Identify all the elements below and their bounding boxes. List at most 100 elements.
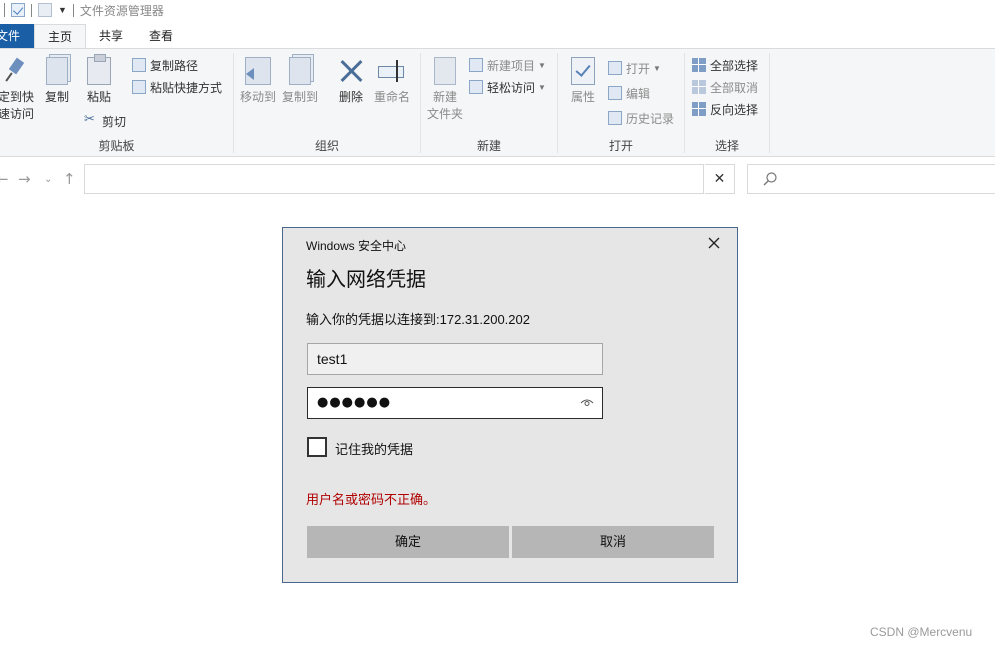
rename-icon [378, 57, 406, 85]
new-item-button[interactable]: 新建项目 ▼ [469, 56, 546, 74]
delete-icon [337, 57, 365, 85]
password-field[interactable]: ●●●●●● [307, 387, 603, 419]
scissors-icon [84, 112, 98, 128]
close-icon[interactable] [706, 235, 722, 251]
easy-access-button[interactable]: 轻松访问 ▼ [469, 78, 546, 96]
copy-to-label: 复制到 [281, 90, 318, 104]
copy-to-button[interactable]: 复制到 [280, 57, 320, 106]
pin-label-line2: 速访问 [0, 107, 34, 121]
clipboard-group-label: 剪贴板 [98, 139, 135, 153]
title-bar: ▼ 文件资源管理器 [0, 0, 995, 20]
new-folder-icon [434, 57, 456, 85]
select-group: 全部选择 全部取消 反向选择 选择 [685, 49, 769, 157]
forward-arrow-icon[interactable]: → [18, 170, 31, 188]
select-none-label: 全部取消 [710, 80, 759, 95]
close-icon[interactable]: ✕ [705, 164, 735, 194]
address-bar[interactable] [84, 164, 779, 194]
new-item-icon [469, 58, 483, 72]
window-title: 文件资源管理器 [79, 3, 164, 18]
paste-shortcut-button[interactable]: 粘贴快捷方式 [132, 78, 222, 96]
delete-button[interactable]: 删除 [334, 57, 368, 106]
delete-label: 删除 [338, 90, 363, 104]
copy-label: 复制 [44, 90, 69, 104]
new-group: 新建 文件夹 新建项目 ▼ 轻松访问 ▼ 新建 [421, 49, 557, 157]
password-mask: ●●●●●● [317, 395, 392, 410]
select-none-button[interactable]: 全部取消 [692, 78, 758, 96]
watermark: CSDN @Mercvenu [870, 625, 973, 639]
recent-locations-chevron-icon[interactable]: ⌄ [44, 174, 52, 185]
paste-icon [87, 54, 111, 85]
edit-icon [608, 86, 622, 100]
tab-file[interactable]: 文件 [0, 24, 34, 48]
move-to-label: 移动到 [239, 90, 276, 104]
select-all-icon [692, 58, 706, 72]
new-group-label: 新建 [476, 139, 501, 153]
paste-label: 粘贴 [86, 90, 111, 104]
separator [72, 3, 74, 17]
cancel-button[interactable]: 取消 [512, 526, 714, 558]
separator [31, 3, 32, 17]
ribbon-tabs: 文件 主页 共享 查看 [0, 24, 186, 49]
properties-button[interactable]: 属性 [566, 57, 600, 106]
tab-share[interactable]: 共享 [86, 24, 136, 48]
paste-button[interactable]: 粘贴 [82, 54, 116, 106]
back-arrow-icon[interactable]: ← [0, 170, 9, 188]
open-icon [608, 61, 622, 75]
copy-icon [46, 57, 68, 85]
error-message: 用户名或密码不正确。 [306, 492, 437, 507]
search-icon [763, 172, 777, 186]
select-all-button[interactable]: 全部选择 [692, 56, 758, 74]
clipboard-group: 定到快 速访问 复制 粘贴 复制路径 粘贴快捷方式 剪切 剪贴板 [0, 49, 233, 157]
history-button[interactable]: 历史记录 [608, 109, 674, 127]
properties-quick-icon[interactable] [11, 3, 25, 17]
invert-selection-button[interactable]: 反向选择 [692, 100, 758, 118]
edit-label: 编辑 [626, 86, 651, 101]
pin-quick-access-button[interactable]: 定到快 速访问 [0, 57, 36, 123]
cut-button[interactable]: 剪切 [84, 112, 126, 130]
easy-access-icon [469, 80, 483, 94]
username-field[interactable]: test1 [307, 343, 603, 375]
chevron-down-icon: ▼ [538, 82, 546, 92]
rename-button[interactable]: 重命名 [372, 57, 412, 106]
separator [4, 3, 5, 17]
quick-access-toolbar: ▼ [0, 0, 74, 20]
invert-selection-icon [692, 102, 706, 116]
open-button[interactable]: 打开 ▼ [608, 59, 661, 77]
invert-selection-label: 反向选择 [710, 102, 759, 117]
edit-button[interactable]: 编辑 [608, 84, 650, 102]
select-none-icon [692, 80, 706, 94]
open-group-label: 打开 [608, 139, 633, 153]
dialog-message: 输入你的凭据以连接到:172.31.200.202 [306, 312, 530, 327]
paste-shortcut-label: 粘贴快捷方式 [150, 80, 223, 95]
ribbon: 定到快 速访问 复制 粘贴 复制路径 粘贴快捷方式 剪切 剪贴板 移动到 [0, 49, 995, 157]
search-input[interactable] [747, 164, 995, 194]
open-label: 打开 [626, 61, 651, 76]
easy-access-label: 轻松访问 [487, 80, 536, 95]
move-to-button[interactable]: 移动到 [238, 57, 278, 106]
credentials-dialog: Windows 安全中心 输入网络凭据 输入你的凭据以连接到:172.31.20… [282, 227, 738, 583]
history-label: 历史记录 [626, 111, 675, 126]
up-arrow-icon[interactable]: ↑ [63, 170, 76, 188]
chevron-down-icon: ▼ [538, 60, 546, 70]
dialog-heading: 输入网络凭据 [306, 269, 426, 291]
chevron-down-icon: ▼ [653, 63, 661, 73]
rename-label: 重命名 [373, 90, 410, 104]
organize-group: 移动到 复制到 删除 重命名 组织 [234, 49, 420, 157]
reveal-password-eye-icon[interactable] [580, 397, 594, 409]
new-folder-button[interactable]: 新建 文件夹 [425, 57, 465, 123]
copy-button[interactable]: 复制 [40, 57, 74, 106]
organize-group-label: 组织 [314, 139, 339, 153]
select-all-label: 全部选择 [710, 58, 759, 73]
customize-dropdown-icon[interactable]: ▼ [58, 5, 67, 15]
navigation-bar: ← → ⌄ ↑ ✕ [0, 158, 995, 200]
new-folder-label-line1: 新建 [432, 90, 457, 104]
tab-view[interactable]: 查看 [136, 24, 186, 48]
remember-credentials-checkbox[interactable] [307, 437, 327, 457]
copy-path-button[interactable]: 复制路径 [132, 56, 198, 74]
new-folder-quick-icon[interactable] [38, 3, 52, 17]
copy-path-label: 复制路径 [150, 58, 199, 73]
ok-button[interactable]: 确定 [307, 526, 509, 558]
pin-icon [4, 57, 28, 85]
new-folder-label-line2: 文件夹 [426, 107, 463, 121]
tab-home[interactable]: 主页 [34, 24, 87, 49]
